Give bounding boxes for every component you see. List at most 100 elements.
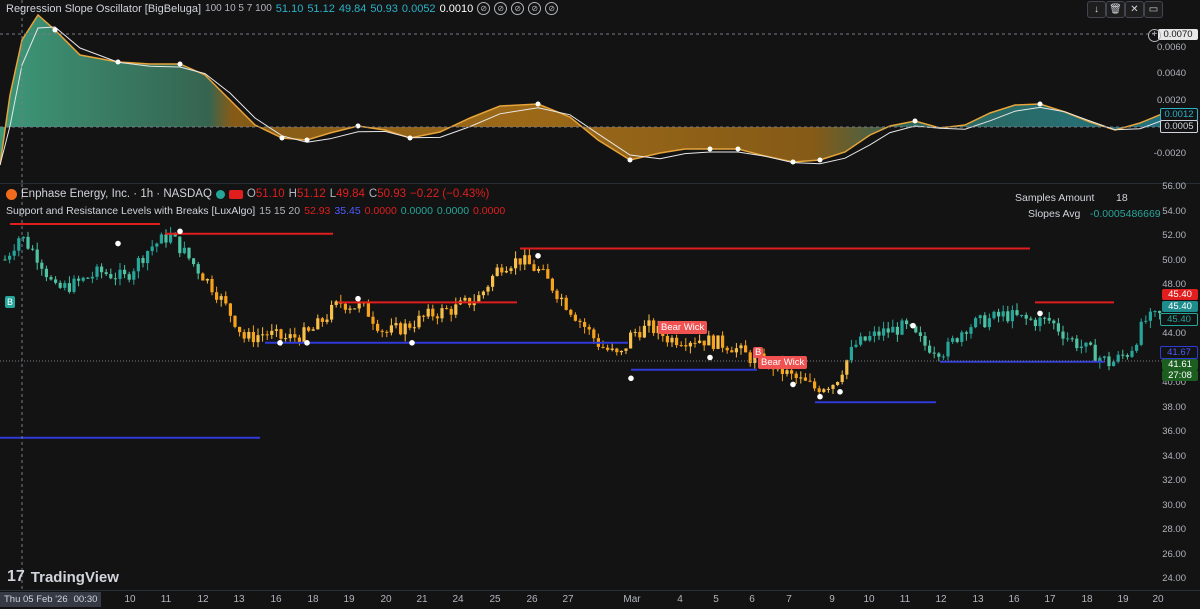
candle-body — [389, 325, 393, 333]
oscillator-title[interactable]: Regression Slope Oscillator [BigBeluga] — [6, 3, 201, 15]
candle-body — [900, 320, 904, 335]
bear-wick-label: Bear Wick — [758, 356, 808, 369]
arrow-down-icon: ↓ — [1094, 4, 1099, 15]
status-flag-icon[interactable] — [228, 189, 243, 199]
date-tick-label: 19 — [343, 594, 355, 605]
candle-body — [808, 380, 812, 382]
symbol-logo-icon[interactable] — [6, 188, 17, 200]
candle-body — [923, 335, 927, 346]
candle-body — [1029, 318, 1033, 320]
candle-body — [872, 331, 876, 336]
indicator-params: 15 15 20 — [259, 205, 301, 217]
date-tick-label: 4 — [677, 594, 683, 605]
close-icon: ✕ — [1130, 4, 1139, 15]
osc-axis-label: 0.0020 — [1156, 95, 1186, 106]
candle-body — [1139, 321, 1143, 345]
date-tick-label: Mar — [623, 594, 641, 605]
candle-body — [1135, 344, 1139, 351]
time-axis[interactable] — [0, 590, 1200, 609]
crosshair-date-tag: Thu 05 Feb '26 00:30 — [0, 592, 102, 607]
price-axis-label: 52.00 — [1162, 230, 1186, 241]
candle-body — [1020, 314, 1024, 316]
oscillator-pivot-dot — [355, 123, 361, 129]
maximize-pane-button[interactable]: ▭ — [1144, 1, 1163, 18]
oscillator-value-1: 51.10 — [275, 2, 304, 15]
candle-body — [192, 258, 196, 265]
date-tick-label: 20 — [380, 594, 392, 605]
candle-body — [1038, 317, 1042, 327]
candle-body — [587, 326, 591, 330]
candle-body — [164, 234, 168, 243]
candle-body — [606, 347, 610, 350]
oscillator-legend: Regression Slope Oscillator [BigBeluga] … — [6, 2, 559, 15]
candle-body — [918, 332, 922, 336]
candle-body — [265, 334, 269, 336]
pivot-dot — [628, 375, 634, 382]
candle-body — [615, 348, 619, 353]
candle-body — [1070, 338, 1074, 340]
bear-wick-label: Bear Wick — [658, 321, 708, 334]
candle-body — [31, 248, 35, 250]
candle-body — [813, 381, 817, 389]
date-tick-label: 10 — [124, 594, 136, 605]
candle-body — [863, 336, 867, 341]
candle-body — [629, 332, 633, 349]
disabled-icon: ⊘ — [511, 2, 525, 15]
date-tick-label: 9 — [829, 594, 835, 605]
candle-body — [1024, 314, 1028, 319]
candle-body — [707, 335, 711, 346]
date-tick-label: 11 — [899, 594, 911, 605]
symbol-legend: Enphase Energy, Inc. · 1h · NASDAQ O 51.1… — [6, 188, 489, 200]
symbol-name[interactable]: Enphase Energy, Inc. · 1h · NASDAQ — [21, 188, 212, 200]
price-tag-green: 45.40 — [1162, 301, 1198, 312]
candle-body — [845, 360, 849, 375]
candle-body — [146, 251, 150, 264]
candle-body — [891, 326, 895, 333]
candle-body — [790, 370, 794, 374]
close-pane-button[interactable]: ✕ — [1125, 1, 1144, 18]
trash-icon: 🗑 — [1109, 4, 1122, 15]
candle-body — [67, 283, 71, 292]
pivot-dot — [277, 340, 283, 346]
candle-body — [366, 302, 370, 317]
indicator-value-4: 0.0000 — [400, 205, 433, 217]
oscillator-pivot-dot — [912, 118, 918, 124]
tradingview-logo[interactable]: 17 TradingView — [7, 568, 119, 586]
candle-body — [937, 353, 941, 357]
indicator-title[interactable]: Support and Resistance Levels with Break… — [6, 205, 255, 217]
candle-body — [1015, 310, 1019, 315]
delete-pane-button[interactable]: 🗑 — [1106, 1, 1125, 18]
indicator-value-resistance: 52.93 — [304, 205, 331, 217]
osc-axis-label: -0.0020 — [1153, 148, 1186, 159]
candle-body — [477, 295, 481, 302]
candle-body — [104, 272, 108, 274]
candle-body — [1066, 338, 1070, 340]
date-tick-label: 17 — [1044, 594, 1056, 605]
candle-body — [868, 335, 872, 341]
crosshair-value-tag: 0.0070 — [1158, 29, 1198, 40]
price-axis-label: 44.00 — [1162, 328, 1186, 339]
candle-body — [583, 322, 587, 327]
candle-body — [1006, 311, 1010, 322]
resistance-tag: 45.40 — [1162, 289, 1198, 300]
date-tick-label: 25 — [489, 594, 501, 605]
candle-body — [90, 276, 94, 279]
candle-body — [500, 267, 504, 273]
candle-body — [293, 334, 297, 338]
candle-body — [357, 303, 361, 309]
candle-body — [619, 350, 623, 353]
plus-icon[interactable]: + — [1148, 29, 1161, 42]
candle-body — [26, 236, 30, 249]
candle-body — [744, 345, 748, 353]
candle-body — [205, 278, 209, 281]
candle-body — [895, 326, 899, 335]
candle-body — [817, 388, 821, 393]
candle-body — [514, 258, 518, 269]
candle-body — [431, 308, 435, 317]
candle-body — [550, 278, 554, 291]
crosshair-date: Thu 05 Feb '26 — [4, 594, 68, 605]
oscillator-value-3: 49.84 — [338, 2, 367, 15]
move-down-button[interactable]: ↓ — [1087, 1, 1106, 18]
candle-body — [960, 332, 964, 342]
visibility-eye-icon[interactable] — [215, 189, 225, 199]
